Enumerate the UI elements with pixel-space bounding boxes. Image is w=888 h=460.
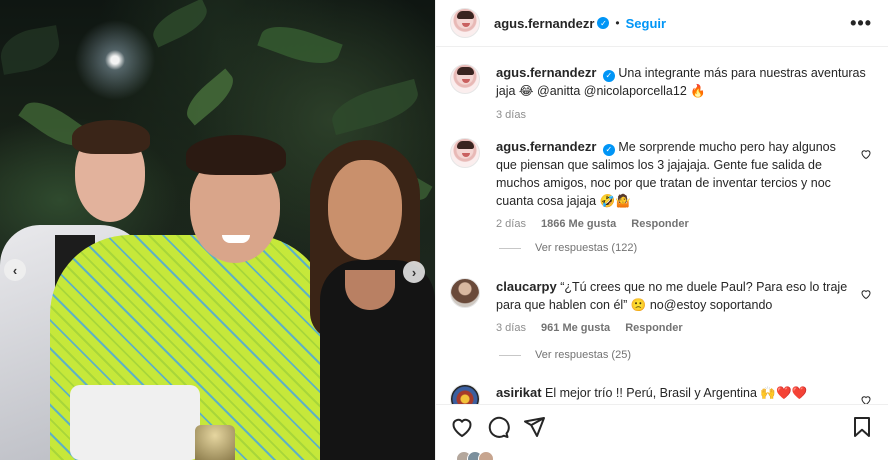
verified-icon: ✓ (597, 17, 610, 29)
foliage-decoration (0, 25, 64, 75)
comment-username[interactable]: agus.fernandezr (496, 139, 596, 154)
foliage-decoration (257, 17, 343, 73)
share-icon[interactable] (522, 415, 546, 439)
post-actions-bar (436, 404, 888, 460)
comment-text: El mejor trío !! Perú, Brasil y Argentin… (545, 386, 808, 400)
commenter-avatar[interactable] (450, 138, 480, 168)
like-comment-heart-icon[interactable] (860, 148, 872, 160)
comments-list[interactable]: agus.fernandezr ✓ Una integrante más par… (436, 48, 888, 404)
view-replies-button[interactable]: Ver respuestas (122) (499, 242, 637, 254)
comment-item: asirikat El mejor trío !! Perú, Brasil y… (450, 384, 874, 404)
reply-button[interactable]: Responder (631, 218, 688, 230)
reply-button[interactable]: Responder (625, 322, 682, 334)
foliage-decoration (327, 78, 423, 136)
post-photo[interactable]: ‹ › (0, 0, 435, 460)
caption-time[interactable]: 3 días (496, 109, 526, 121)
next-photo-arrow[interactable]: › (403, 261, 425, 283)
verified-icon: ✓ (602, 144, 615, 156)
commenter-avatar[interactable] (450, 384, 480, 404)
post-header: agus.fernandezr ✓ • Seguir ••• (436, 0, 888, 47)
follow-button[interactable]: Seguir (626, 16, 666, 31)
caption-username[interactable]: agus.fernandezr (496, 65, 596, 80)
like-comment-heart-icon[interactable] (860, 288, 872, 300)
comment-likes[interactable]: 961 Me gusta (541, 322, 610, 334)
comment-username[interactable]: claucarpy (496, 279, 557, 294)
author-avatar[interactable] (450, 64, 480, 94)
person-middle (40, 135, 340, 460)
previous-photo-arrow[interactable]: ‹ (4, 259, 26, 281)
commenter-avatar[interactable] (450, 278, 480, 308)
like-heart-icon[interactable] (450, 415, 474, 439)
comment-likes[interactable]: 1866 Me gusta (541, 218, 616, 230)
save-bookmark-icon[interactable] (850, 415, 874, 439)
comment-item: claucarpy “¿Tú crees que no me duele Pau… (450, 278, 874, 337)
view-replies-button[interactable]: Ver respuestas (25) (499, 349, 631, 361)
view-replies-label[interactable]: Ver respuestas (25) (535, 349, 631, 361)
foliage-decoration (179, 68, 241, 126)
comment-username[interactable]: asirikat (496, 385, 542, 400)
foliage-decoration (147, 0, 213, 48)
caption: agus.fernandezr ✓ Una integrante más par… (450, 64, 874, 124)
like-comment-heart-icon[interactable] (860, 394, 872, 404)
separator-dot: • (615, 16, 620, 30)
author-username[interactable]: agus.fernandezr (494, 16, 594, 31)
comment-time[interactable]: 2 días (496, 218, 526, 230)
comment-item: agus.fernandezr ✓ Me sorprende mucho per… (450, 138, 874, 233)
view-replies-label[interactable]: Ver respuestas (122) (535, 242, 637, 254)
likers-avatars[interactable] (456, 451, 494, 460)
post-sidebar: agus.fernandezr ✓ • Seguir ••• agus.fern… (435, 0, 888, 460)
more-options-icon[interactable]: ••• (850, 13, 872, 34)
author-avatar[interactable] (450, 8, 480, 38)
person-right (300, 140, 435, 460)
glass-decoration (195, 425, 235, 460)
comment-time[interactable]: 3 días (496, 322, 526, 334)
verified-icon: ✓ (602, 70, 615, 82)
comment-icon[interactable] (486, 415, 510, 439)
